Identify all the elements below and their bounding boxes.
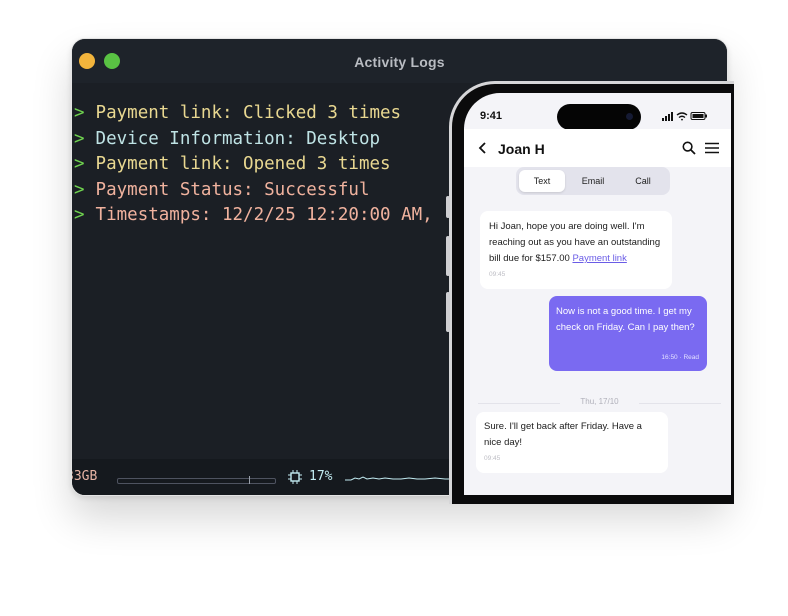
status-icons	[662, 112, 707, 121]
prompt-glyph: >	[74, 205, 85, 225]
log-text: Payment Status: Successful	[95, 179, 370, 200]
log-text: Payment link: Opened 3 times	[95, 154, 391, 174]
title-bar: Activity Logs	[72, 39, 727, 83]
phone-volume-up-button	[446, 236, 450, 276]
incoming-message: Hi Joan, hope you are doing well. I'm re…	[480, 211, 672, 289]
wifi-icon	[676, 112, 688, 121]
message-time: 09:45	[484, 455, 501, 462]
activity-log: > Payment link: Clicked 3 times > Device I…	[74, 101, 433, 229]
cpu-chip-icon	[288, 470, 302, 484]
signal-icon	[662, 112, 673, 121]
dynamic-island	[557, 104, 641, 130]
log-line: > Device Information: Desktop	[74, 127, 433, 153]
prompt-glyph: >	[74, 179, 85, 200]
memory-usage: 33GB	[72, 469, 98, 484]
message-text: Now is not a good time. I get my check o…	[556, 306, 695, 333]
log-text: Device Information: Desktop	[95, 128, 381, 149]
menu-icon[interactable]	[705, 142, 719, 154]
payment-link[interactable]: Payment link	[572, 253, 626, 264]
date-divider: Thu, 17/10	[478, 397, 721, 409]
cpu-sparkline	[345, 476, 455, 481]
prompt-glyph: >	[74, 103, 85, 123]
log-line: > Payment Status: Successful	[74, 178, 433, 204]
phone-action-button	[446, 196, 450, 218]
log-text: Payment link: Clicked 3 times	[95, 103, 402, 123]
battery-icon	[690, 112, 707, 120]
message-read-status: 16:50 · Read	[661, 354, 699, 361]
log-line: > Timestamps: 12/2/25 12:20:00 AM,	[74, 203, 433, 229]
conversation-header: Joan H	[464, 129, 731, 167]
phone-volume-down-button	[446, 292, 450, 332]
search-icon[interactable]	[682, 141, 696, 155]
phone-mockup: 9:41 Joan H Text Email Call Hi Joan, hop…	[446, 81, 734, 504]
divider-date: Thu, 17/10	[580, 397, 619, 406]
window-title: Activity Logs	[354, 54, 445, 70]
log-line: > Payment link: Opened 3 times	[74, 152, 433, 178]
log-text: Timestamps: 12/2/25 12:20:00 AM,	[95, 205, 433, 225]
memory-gauge-marker	[249, 476, 250, 484]
back-chevron-icon[interactable]	[478, 141, 488, 155]
message-text: Sure. I'll get back after Friday. Have a…	[484, 421, 642, 448]
prompt-glyph: >	[74, 154, 85, 174]
memory-gauge	[117, 476, 276, 484]
tab-call[interactable]: Call	[620, 170, 666, 192]
camera-icon	[626, 113, 633, 120]
message-time: 09:45	[489, 271, 506, 278]
outgoing-message: Now is not a good time. I get my check o…	[549, 296, 707, 371]
cpu-usage: 17%	[309, 469, 333, 484]
tab-email[interactable]: Email	[570, 170, 616, 192]
contact-name: Joan H	[498, 141, 545, 157]
channel-tabs: Text Email Call	[516, 167, 670, 195]
status-time: 9:41	[480, 110, 503, 122]
incoming-message: Sure. I'll get back after Friday. Have a…	[476, 412, 668, 473]
log-line: > Payment link: Clicked 3 times	[74, 101, 433, 127]
prompt-glyph: >	[74, 128, 85, 149]
phone-screen: 9:41 Joan H Text Email Call Hi Joan, hop…	[464, 93, 731, 495]
tab-text[interactable]: Text	[519, 170, 565, 192]
